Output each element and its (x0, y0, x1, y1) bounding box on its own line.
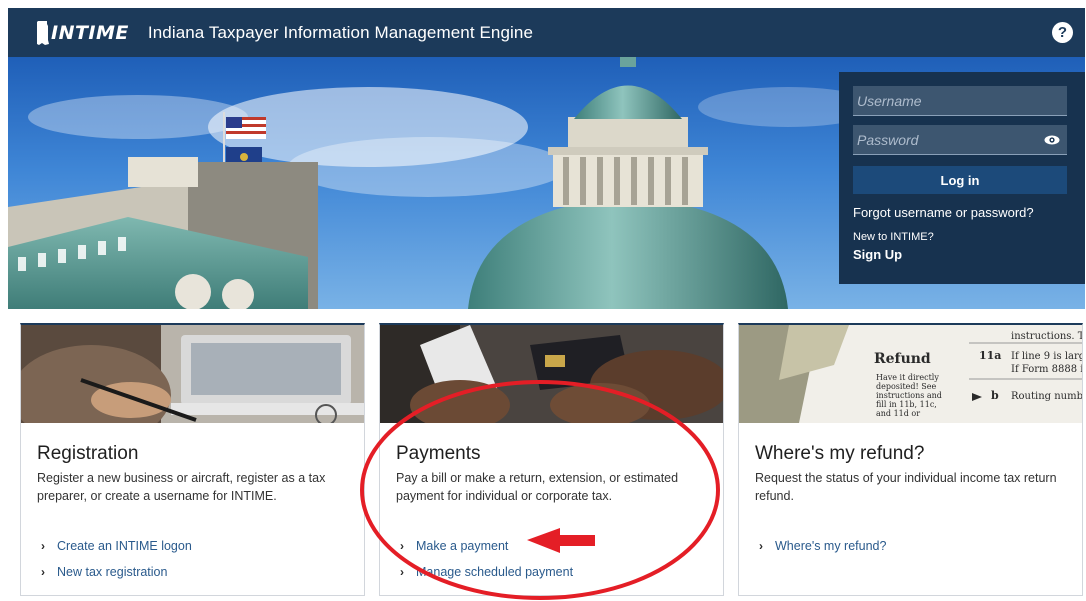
svg-text:Have it directly: Have it directly (876, 373, 939, 382)
chevron-right-icon: › (400, 565, 404, 579)
login-button[interactable]: Log in (853, 166, 1067, 194)
svg-text:instructions. Tl: instructions. Tl (1011, 331, 1082, 342)
link-label[interactable]: Where's my refund? (775, 539, 886, 553)
registration-photo (21, 325, 364, 423)
payments-photo (380, 325, 723, 423)
intime-logo[interactable]: INTIME (36, 18, 129, 48)
app-title: Indiana Taxpayer Information Management … (147, 22, 534, 42)
manage-scheduled-payment-link[interactable]: › Manage scheduled payment (400, 559, 723, 585)
chevron-right-icon: › (400, 539, 404, 553)
help-icon[interactable]: ? (1052, 22, 1073, 43)
registration-card: Registration Register a new business or … (20, 323, 365, 596)
forgot-credentials-link[interactable]: Forgot username or password? (853, 205, 1071, 220)
username-field[interactable] (853, 86, 1067, 116)
logo-text: INTIME (51, 21, 129, 44)
make-payment-link[interactable]: › Make a payment (400, 533, 723, 559)
card-links: › Create an INTIME logon › New tax registr… (41, 533, 364, 585)
eye-icon[interactable] (1041, 132, 1063, 148)
refund-card: Refund Have it directly deposited! See i… (738, 323, 1083, 596)
svg-text:Routing numb: Routing numb (1011, 391, 1082, 402)
svg-text:and 11d or: and 11d or (876, 409, 920, 418)
new-tax-registration-link[interactable]: › New tax registration (41, 559, 364, 585)
refund-heading-text: Refund (874, 351, 931, 367)
svg-text:fill in 11b, 11c,: fill in 11b, 11c, (876, 400, 937, 409)
indiana-state-icon (37, 20, 49, 45)
card-links: › Where's my refund? (759, 533, 1082, 559)
link-label[interactable]: Make a payment (416, 539, 508, 553)
password-input[interactable] (853, 125, 1041, 154)
login-panel: Log in Forgot username or password? New … (839, 72, 1085, 284)
payments-card: Payments Pay a bill or make a return, ex… (379, 323, 724, 596)
card-title: Payments (396, 443, 481, 464)
svg-text:If line 9 is larg: If line 9 is larg (1011, 351, 1082, 362)
chevron-right-icon: › (41, 565, 45, 579)
username-input[interactable] (853, 86, 1067, 115)
svg-text:b: b (991, 389, 999, 402)
create-logon-link[interactable]: › Create an INTIME logon (41, 533, 364, 559)
chevron-right-icon: › (41, 539, 45, 553)
card-description: Register a new business or aircraft, reg… (37, 471, 326, 503)
sign-up-link[interactable]: Sign Up (853, 247, 1071, 262)
card-title: Registration (37, 443, 139, 464)
card-description: Pay a bill or make a return, extension, … (396, 471, 679, 503)
card-links: › Make a payment › Manage scheduled paymen… (400, 533, 723, 585)
link-label[interactable]: New tax registration (57, 565, 167, 579)
card-description: Request the status of your individual in… (755, 471, 1057, 503)
svg-text:11a: 11a (979, 349, 1001, 362)
wheres-my-refund-link[interactable]: › Where's my refund? (759, 533, 1082, 559)
new-to-intime-label: New to INTIME? (853, 231, 934, 243)
svg-text:If Form 8888 i: If Form 8888 i (1011, 364, 1082, 375)
refund-photo: Refund Have it directly deposited! See i… (739, 325, 1082, 423)
chevron-right-icon: › (759, 539, 763, 553)
password-field[interactable] (853, 125, 1067, 155)
top-header: INTIME Indiana Taxpayer Information Mana… (8, 8, 1085, 57)
link-label[interactable]: Manage scheduled payment (416, 565, 573, 579)
svg-text:instructions and: instructions and (876, 391, 942, 400)
link-label[interactable]: Create an INTIME logon (57, 539, 192, 553)
card-title: Where's my refund? (755, 443, 925, 464)
svg-text:deposited! See: deposited! See (876, 382, 937, 391)
